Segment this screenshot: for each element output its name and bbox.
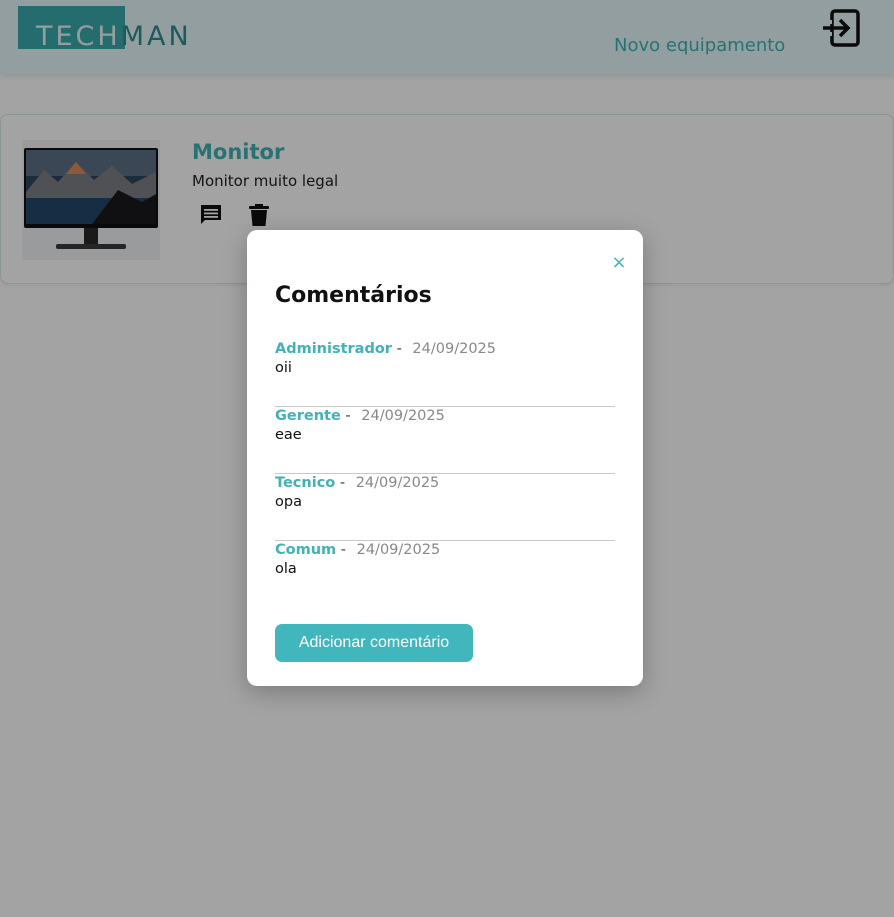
comment-date: 24/09/2025 [356,542,441,558]
comment-author: Comum [275,542,337,558]
comment-header: Comum - 24/09/2025 [275,541,440,559]
comment-text: opa [275,494,302,510]
close-icon[interactable]: × [611,254,627,272]
comment-separator: - [340,542,346,558]
comment-header: Gerente - 24/09/2025 [275,407,445,425]
comment-item: Comum - 24/09/2025 ola [275,541,615,608]
comment-author: Administrador [275,341,392,357]
comment-date: 24/09/2025 [361,408,445,424]
comment-author: Gerente [275,408,341,424]
comment-separator: - [396,341,402,357]
add-comment-button[interactable]: Adicionar comentário [275,624,473,662]
comments-modal: × Comentários Administrador - 24/09/2025… [247,230,643,686]
comment-item: Tecnico - 24/09/2025 opa [275,474,615,541]
comment-item: Gerente - 24/09/2025 eae [275,407,615,474]
modal-title: Comentários [275,283,432,308]
comment-date: 24/09/2025 [355,475,440,491]
comment-author: Tecnico [275,475,336,491]
comment-header: Tecnico - 24/09/2025 [275,474,439,492]
comment-header: Administrador - 24/09/2025 [275,340,496,358]
comment-text: ola [275,561,297,577]
comment-separator: - [345,408,351,424]
comment-separator: - [339,475,346,491]
comment-text: eae [275,427,302,443]
comment-text: oii [275,360,292,376]
comment-item: Administrador - 24/09/2025 oii [275,340,615,407]
comment-date: 24/09/2025 [412,341,496,357]
